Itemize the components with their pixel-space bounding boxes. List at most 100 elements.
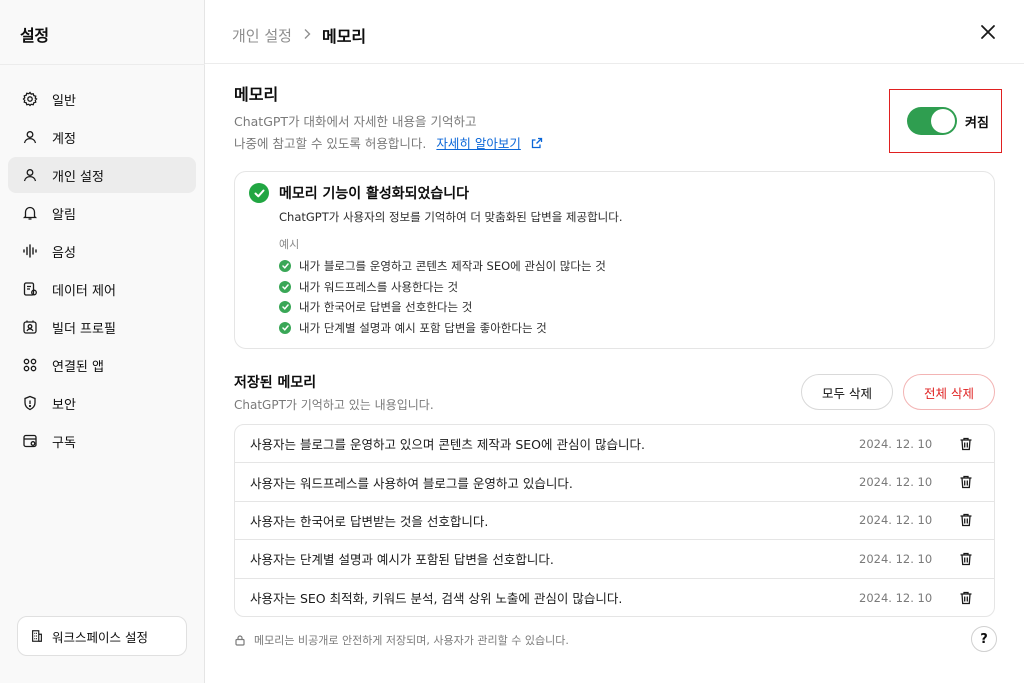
sidebar-item-personalization[interactable]: 개인 설정 (8, 157, 196, 193)
sidebar-item-label: 계정 (52, 131, 76, 147)
settings-sidebar: 설정 일반 계정 개인 설정 알림 음성 데이터 제어 빌더 프로필 연결된 앱… (0, 0, 205, 683)
profile-card-icon (22, 319, 38, 335)
examples-list: 내가 블로그를 운영하고 콘텐츠 제작과 SEO에 관심이 많다는 것 내가 워… (279, 256, 606, 338)
external-link-icon (531, 137, 542, 149)
sidebar-item-connected-apps[interactable]: 연결된 앱 (8, 347, 196, 383)
waveform-icon (22, 243, 38, 259)
sidebar-item-label: 알림 (52, 207, 76, 223)
trash-icon[interactable] (958, 474, 974, 490)
example-text: 내가 워드프레스를 사용한다는 것 (299, 279, 459, 294)
user-icon (22, 129, 38, 145)
trash-icon[interactable] (958, 436, 974, 452)
memory-description: ChatGPT가 대화에서 자세한 내용을 기억하고 나중에 참고할 수 있도록… (234, 111, 654, 155)
saved-memory-list: 사용자는 블로그를 운영하고 있으며 콘텐츠 제작과 SEO에 관심이 많습니다… (234, 424, 995, 617)
memory-text: 사용자는 한국어로 답변받는 것을 선호합니다. (250, 513, 489, 529)
examples-label: 예시 (279, 238, 300, 251)
check-circle-icon (249, 183, 269, 203)
sidebar-item-general[interactable]: 일반 (8, 81, 196, 117)
subscription-icon (22, 433, 38, 449)
toggle-knob (931, 109, 955, 133)
sidebar-item-label: 음성 (52, 245, 76, 261)
sidebar-item-label: 일반 (52, 93, 76, 109)
list-item: 내가 단계별 설명과 예시 포함 답변을 좋아한다는 것 (279, 318, 606, 339)
memory-enabled-card: 메모리 기능이 활성화되었습니다 ChatGPT가 사용자의 정보를 기억하여 … (234, 171, 995, 349)
sidebar-item-label: 구독 (52, 435, 76, 451)
memory-text: 사용자는 SEO 최적화, 키워드 분석, 검색 상위 노출에 관심이 많습니다… (250, 591, 623, 607)
table-row: 사용자는 단계별 설명과 예시가 포함된 답변을 선호합니다. 2024. 12… (235, 540, 994, 579)
sidebar-item-security[interactable]: 보안 (8, 385, 196, 421)
data-icon (22, 281, 38, 297)
sidebar-item-builder-profile[interactable]: 빌더 프로필 (8, 309, 196, 345)
apps-grid-icon (22, 357, 38, 373)
sidebar-item-label: 보안 (52, 397, 76, 413)
list-item: 내가 블로그를 운영하고 콘텐츠 제작과 SEO에 관심이 많다는 것 (279, 256, 606, 277)
info-subtitle: ChatGPT가 사용자의 정보를 기억하여 더 맞춤화된 답변을 제공합니다. (279, 210, 623, 224)
gear-icon (22, 91, 38, 107)
footer-text: 메모리는 비공개로 안전하게 저장되며, 사용자가 관리할 수 있습니다. (254, 634, 569, 647)
check-circle-icon (279, 280, 291, 293)
help-button[interactable]: ? (971, 626, 997, 652)
trash-icon[interactable] (958, 551, 974, 567)
clear-all-button[interactable]: 모두 삭제 (801, 374, 893, 410)
check-circle-icon (279, 301, 291, 314)
privacy-footer: 메모리는 비공개로 안전하게 저장되며, 사용자가 관리할 수 있습니다. (234, 632, 569, 648)
breadcrumb-parent[interactable]: 개인 설정 (232, 25, 292, 46)
page-title: 메모리 (321, 27, 367, 46)
table-row: 사용자는 한국어로 답변받는 것을 선호합니다. 2024. 12. 10 (235, 502, 994, 541)
sidebar-divider (0, 64, 205, 65)
check-circle-icon (279, 260, 291, 273)
workspace-settings-label: 워크스페이스 설정 (52, 629, 148, 645)
memory-text: 사용자는 단계별 설명과 예시가 포함된 답변을 선호합니다. (250, 552, 554, 568)
memory-toggle[interactable] (907, 107, 957, 135)
sidebar-item-notifications[interactable]: 알림 (8, 195, 196, 231)
example-text: 내가 블로그를 운영하고 콘텐츠 제작과 SEO에 관심이 많다는 것 (299, 259, 606, 274)
toggle-status-label: 켜짐 (965, 115, 989, 131)
memory-date: 2024. 12. 10 (859, 513, 933, 528)
building-icon (32, 630, 42, 642)
learn-more-link[interactable]: 자세히 알아보기 (436, 136, 520, 151)
sidebar-nav: 일반 계정 개인 설정 알림 음성 데이터 제어 빌더 프로필 연결된 앱 보안… (8, 81, 196, 461)
sidebar-item-subscription[interactable]: 구독 (8, 423, 196, 459)
sidebar-item-label: 개인 설정 (52, 169, 104, 185)
settings-header: 개인 설정 메모리 (205, 0, 1024, 64)
learn-more-label: 자세히 알아보기 (436, 136, 521, 151)
bell-icon (22, 205, 38, 221)
chevron-right-icon (302, 26, 312, 44)
breadcrumb: 개인 설정 메모리 (232, 23, 366, 47)
check-circle-icon (279, 321, 291, 334)
memory-toggle-highlight: 켜짐 (889, 89, 1002, 153)
sidebar-item-voice[interactable]: 음성 (8, 233, 196, 269)
memory-date: 2024. 12. 10 (859, 551, 933, 566)
delete-all-button[interactable]: 전체 삭제 (903, 374, 995, 410)
saved-memory-subtitle: ChatGPT가 기억하고 있는 내용입니다. (234, 398, 434, 412)
sidebar-item-label: 빌더 프로필 (52, 321, 116, 337)
memory-desc-line1: ChatGPT가 대화에서 자세한 내용을 기억하고 (234, 114, 477, 129)
saved-memory-title: 저장된 메모리 (234, 375, 317, 391)
sidebar-item-label: 연결된 앱 (52, 359, 104, 375)
close-button[interactable] (978, 22, 998, 42)
info-title: 메모리 기능이 활성화되었습니다 (279, 186, 470, 202)
memory-date: 2024. 12. 10 (859, 436, 933, 451)
memory-panel: 메모리 ChatGPT가 대화에서 자세한 내용을 기억하고 나중에 참고할 수… (205, 64, 1024, 683)
memory-text: 사용자는 워드프레스를 사용하여 블로그를 운영하고 있습니다. (250, 475, 573, 491)
sidebar-item-label: 데이터 제어 (52, 283, 116, 299)
lock-icon (235, 635, 245, 646)
sidebar-title: 설정 (20, 26, 49, 45)
workspace-settings-button[interactable]: 워크스페이스 설정 (17, 616, 187, 656)
memory-date: 2024. 12. 10 (859, 475, 933, 490)
trash-icon[interactable] (958, 590, 974, 606)
sidebar-item-account[interactable]: 계정 (8, 119, 196, 155)
table-row: 사용자는 블로그를 운영하고 있으며 콘텐츠 제작과 SEO에 관심이 많습니다… (235, 425, 994, 464)
trash-icon[interactable] (958, 512, 974, 528)
table-row: 사용자는 워드프레스를 사용하여 블로그를 운영하고 있습니다. 2024. 1… (235, 463, 994, 502)
user-icon (22, 167, 38, 183)
list-item: 내가 한국어로 답변을 선호한다는 것 (279, 297, 606, 318)
shield-icon (22, 395, 38, 411)
memory-text: 사용자는 블로그를 운영하고 있으며 콘텐츠 제작과 SEO에 관심이 많습니다… (250, 437, 645, 453)
sidebar-item-data-controls[interactable]: 데이터 제어 (8, 271, 196, 307)
list-item: 내가 워드프레스를 사용한다는 것 (279, 277, 606, 298)
memory-date: 2024. 12. 10 (859, 590, 933, 605)
close-icon (981, 25, 995, 39)
table-row: 사용자는 SEO 최적화, 키워드 분석, 검색 상위 노출에 관심이 많습니다… (235, 579, 994, 616)
memory-desc-line2: 나중에 참고할 수 있도록 허용합니다. (234, 136, 427, 151)
